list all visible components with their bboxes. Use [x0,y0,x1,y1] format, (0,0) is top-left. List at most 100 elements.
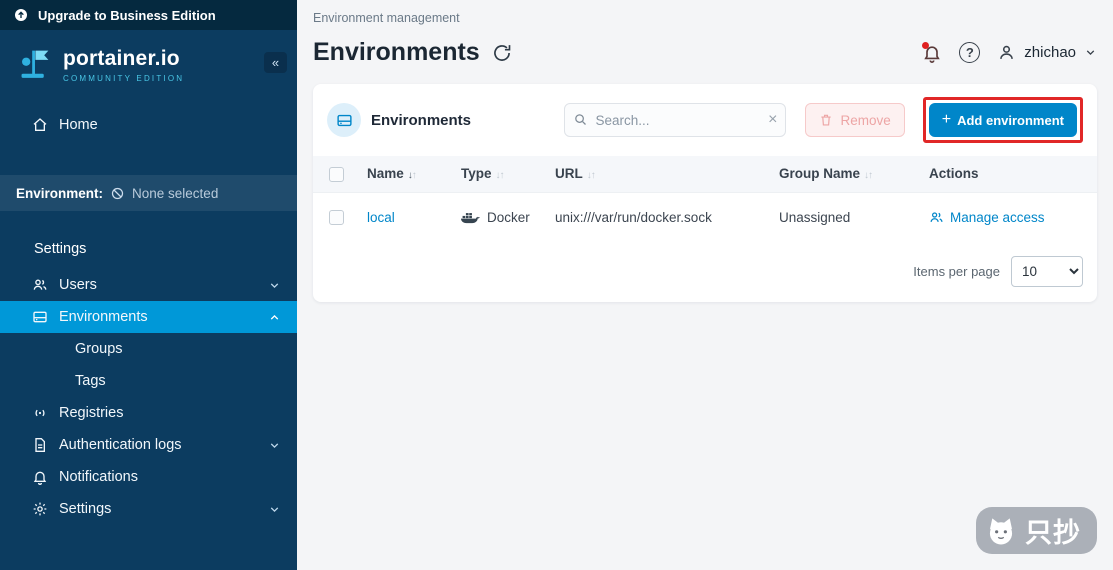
card-title: Environments [371,112,471,129]
sidebar-item-authentication-logs[interactable]: Authentication logs [0,429,297,461]
chevron-down-icon [268,439,281,452]
sidebar-collapse-button[interactable]: « [264,52,287,73]
column-header-name[interactable]: Name↓↑ [359,156,453,192]
sidebar-item-label: Notifications [59,469,281,485]
environment-status-value: None selected [132,186,218,201]
chevron-down-icon [268,503,281,516]
table-header-row: Name↓↑ Type↓↑ URL↓↑ Group Name↓↑ Actions [313,156,1097,192]
watermark-text: 只抄 [1025,511,1081,550]
sidebar-item-users[interactable]: Users [0,269,297,301]
clear-search-icon[interactable]: × [768,110,777,130]
user-menu[interactable]: zhichao [997,43,1097,62]
upgrade-banner[interactable]: Upgrade to Business Edition [0,0,297,30]
user-icon [997,43,1016,62]
remove-button-label: Remove [840,113,890,128]
add-environment-label: Add environment [957,113,1064,128]
notifications-button[interactable] [922,43,942,63]
sidebar-item-label: Users [59,277,257,293]
trash-icon [819,113,833,127]
environment-status-bar: Environment: None selected [0,175,297,211]
sidebar-item-notifications[interactable]: Notifications [0,461,297,493]
environment-url: unix:///var/run/docker.sock [555,210,712,225]
sort-icon: ↓↑ [496,170,504,181]
search-icon [573,112,588,127]
column-header-type[interactable]: Type↓↑ [453,156,547,192]
sidebar-item-label: Settings [59,501,257,517]
sidebar-item-label: Groups [75,341,123,357]
sort-icon: ↓↑ [587,170,595,181]
upgrade-banner-label: Upgrade to Business Edition [38,8,216,23]
search-input[interactable] [564,103,786,137]
arrow-up-circle-icon [13,7,29,23]
main-content: Environment management Environments ? zh… [297,0,1113,570]
sort-icon: ↓↑ [864,170,872,181]
chevron-down-icon [1084,46,1097,59]
environment-name-link[interactable]: local [367,210,395,225]
users-icon [929,210,944,225]
refresh-button[interactable] [492,43,512,63]
select-all-checkbox[interactable] [329,167,344,182]
column-header-actions: Actions [921,156,1097,192]
manage-access-link[interactable]: Manage access [929,193,1089,243]
help-button[interactable]: ? [959,42,980,63]
items-per-page-select[interactable]: 10 [1011,256,1083,287]
docker-icon [461,210,480,225]
radio-icon [32,405,48,421]
sidebar-item-tags[interactable]: Tags [0,365,297,397]
table-row: local Docker unix:///var/run/docker.sock… [313,192,1097,243]
sidebar-item-settings[interactable]: Settings [0,493,297,525]
refresh-icon [492,43,512,63]
page-header: Environments ? zhichao [313,38,1097,67]
gear-icon [32,501,48,517]
sidebar-item-registries[interactable]: Registries [0,397,297,429]
remove-button[interactable]: Remove [805,103,904,137]
chevron-down-icon [268,279,281,292]
home-icon [32,117,48,133]
sidebar-item-groups[interactable]: Groups [0,333,297,365]
sort-icon: ↓↑ [408,170,416,181]
portainer-logo-icon [16,46,53,83]
sidebar-item-label: Registries [59,405,281,421]
column-header-url[interactable]: URL↓↑ [547,156,771,192]
breadcrumb: Environment management [313,0,1097,25]
sidebar-item-environments[interactable]: Environments [0,301,297,333]
annotation-highlight-box: + Add environment [923,97,1083,143]
cat-logo-icon [982,512,1020,550]
logo-title: portainer.io [63,47,184,71]
environments-card: Environments × Remove + Add environment [313,84,1097,302]
environment-type: Docker [487,210,530,225]
items-per-page-label: Items per page [913,264,1000,279]
environments-table: Name↓↑ Type↓↑ URL↓↑ Group Name↓↑ Actions [313,156,1097,243]
hard-drive-icon [32,309,48,325]
search-box: × [564,103,786,137]
column-header-group-name[interactable]: Group Name↓↑ [771,156,921,192]
hard-drive-icon [336,112,353,129]
sidebar-item-label: Home [59,117,281,133]
environment-group: Unassigned [779,210,850,225]
page-title: Environments [313,38,480,67]
card-header: Environments × Remove + Add environment [313,84,1097,156]
slash-circle-icon [110,186,125,201]
card-footer: Items per page 10 [313,243,1097,302]
logo-subtitle: COMMUNITY EDITION [63,74,184,83]
sidebar-section-settings: Settings [0,241,297,257]
sidebar-item-label: Tags [75,373,106,389]
sidebar: Upgrade to Business Edition portainer.io… [0,0,297,570]
header-actions: ? zhichao [922,42,1097,63]
sidebar-item-home[interactable]: Home [0,109,297,141]
environment-status-label: Environment: [16,186,103,201]
plus-icon: + [942,112,951,128]
sidebar-item-label: Environments [59,309,257,325]
add-environment-button[interactable]: + Add environment [929,103,1077,137]
app-root: Upgrade to Business Edition portainer.io… [0,0,1113,570]
users-icon [32,277,48,293]
bell-icon [32,469,48,485]
notification-badge [922,42,929,49]
row-checkbox[interactable] [329,210,344,225]
chevron-up-icon [268,311,281,324]
username: zhichao [1024,44,1076,61]
watermark: 只抄 [976,507,1097,554]
sidebar-item-label: Authentication logs [59,437,257,453]
card-icon-circle [327,103,361,137]
file-text-icon [32,437,48,453]
